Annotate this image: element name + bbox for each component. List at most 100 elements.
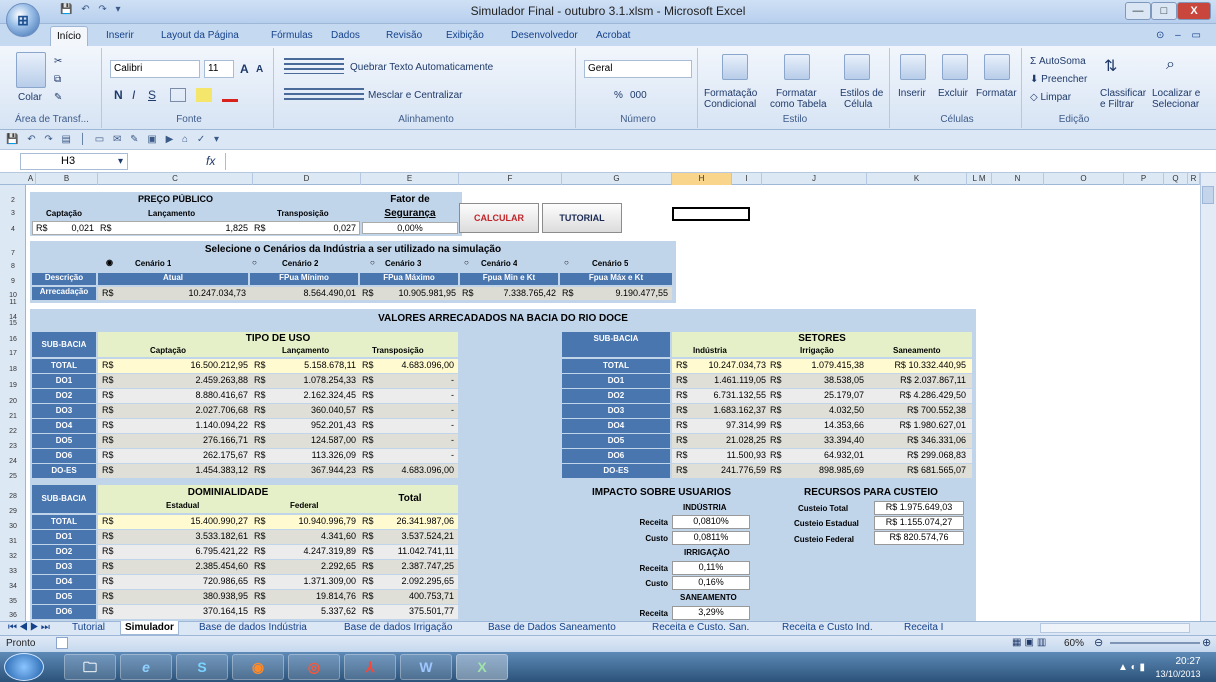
selected-cell-h3[interactable] (672, 207, 750, 221)
zoom-in-icon[interactable]: ⊕ (1202, 636, 1211, 649)
paste-label[interactable]: Colar (18, 92, 42, 103)
col-header[interactable]: G (562, 173, 672, 185)
font-size-select[interactable]: 11 (204, 60, 234, 78)
cell-styles-label2[interactable]: Célula (844, 99, 872, 110)
excel-icon[interactable]: X (456, 654, 508, 680)
format-cells-label[interactable]: Formatar (976, 88, 1017, 99)
tab-layout[interactable]: Layout da Página (155, 26, 245, 46)
insert-cells-icon[interactable] (900, 54, 926, 80)
row-header[interactable]: 36 (0, 612, 26, 619)
row-header[interactable]: 20 (0, 398, 26, 405)
vertical-scrollbar[interactable] (1200, 173, 1216, 621)
radio-5-icon[interactable]: ○ (564, 258, 569, 267)
delete-cells-label[interactable]: Excluir (938, 88, 968, 99)
formula-input[interactable] (225, 153, 1195, 170)
maximize-button[interactable]: □ (1151, 2, 1177, 20)
borders-icon[interactable] (170, 88, 186, 102)
thousands-button[interactable]: 000 (630, 90, 647, 101)
sort-filter-icon[interactable]: ⇅ (1104, 56, 1117, 76)
row-header[interactable]: 35 (0, 598, 26, 605)
tutorial-button[interactable]: TUTORIAL (542, 203, 622, 233)
radio-2-icon[interactable]: ○ (252, 258, 257, 267)
horizontal-scrollbar[interactable] (1040, 623, 1190, 633)
help-controls[interactable]: ⊙ – ▭ X (1150, 26, 1216, 61)
align-top-icons[interactable] (284, 58, 344, 74)
explorer-icon[interactable]: 🗀 (64, 654, 116, 680)
col-header[interactable]: N (992, 173, 1044, 185)
tab-formulas[interactable]: Fórmulas (265, 26, 319, 46)
col-header[interactable]: A (26, 173, 36, 185)
clock-time[interactable]: 20:27 (1168, 656, 1208, 667)
office-button[interactable]: ⊞ (6, 3, 40, 37)
col-header[interactable]: I (732, 173, 762, 185)
sheet-tab[interactable]: Base de Dados Saneamento (484, 621, 620, 635)
col-header[interactable]: K (867, 173, 967, 185)
sheet-tab[interactable]: Receita e Custo Ind. (778, 621, 877, 635)
calcular-button[interactable]: CALCULAR (459, 203, 539, 233)
format-painter-icon[interactable]: ✎ (54, 92, 62, 103)
row-header[interactable]: 25 (0, 473, 26, 480)
underline-button[interactable]: S (148, 88, 156, 102)
col-header[interactable]: P (1124, 173, 1164, 185)
tray-icons[interactable]: ▲ ◐ ▮ (1118, 662, 1145, 673)
find-select-label2[interactable]: Selecionar (1152, 99, 1199, 110)
sheet-tab[interactable]: Base de dados Indústria (195, 621, 311, 635)
tab-dados[interactable]: Dados (325, 26, 366, 46)
row-header[interactable]: 17 (0, 350, 26, 357)
sheet-tab-active[interactable]: Simulador (120, 621, 179, 635)
view-buttons-icons[interactable]: ▦▣▥ (1012, 637, 1049, 648)
sheet-nav-icons[interactable]: ⏮◀▶⏭ (4, 621, 56, 635)
row-header[interactable]: 22 (0, 428, 26, 435)
sort-filter-label2[interactable]: e Filtrar (1100, 99, 1134, 110)
align-horizontal-icons[interactable] (284, 88, 364, 102)
tab-inserir[interactable]: Inserir (100, 26, 140, 46)
format-table-icon[interactable] (784, 54, 810, 80)
row-header[interactable]: 33 (0, 568, 26, 575)
internet-explorer-icon[interactable]: e (120, 654, 172, 680)
number-format-select[interactable]: Geral (584, 60, 692, 78)
tra-value[interactable]: 0,027 (276, 223, 356, 233)
font-color-icon[interactable] (222, 88, 238, 102)
conditional-format-icon[interactable] (722, 54, 748, 80)
fx-icon[interactable]: fx (206, 154, 215, 168)
quick-access-toolbar[interactable]: 💾 ↶ ↷ ▾ (60, 4, 124, 20)
autosum-button[interactable]: Σ AutoSoma (1030, 56, 1086, 67)
col-header[interactable]: D (253, 173, 361, 185)
col-header[interactable]: C (98, 173, 253, 185)
radio-4-icon[interactable]: ○ (464, 258, 469, 267)
row-header[interactable]: 10 (0, 292, 26, 299)
lan-value[interactable]: 1,825 (120, 223, 248, 233)
col-header[interactable]: J (762, 173, 867, 185)
col-header[interactable]: F (459, 173, 562, 185)
col-header[interactable]: E (361, 173, 459, 185)
radio-1-icon[interactable]: ◉ (106, 258, 113, 267)
cell-styles-label[interactable]: Estilos de (840, 88, 883, 99)
merge-center-button[interactable]: Mesclar e Centralizar (368, 90, 462, 101)
fator-value[interactable]: 0,00% (362, 222, 458, 234)
name-box-dropdown-icon[interactable]: ▾ (118, 156, 123, 167)
quick-access-toolbar-2[interactable]: 💾 ↶ ↷ ▤ │ ▭ ✉ ✎ ▣ ▶ ⌂ ✓ ▾ (0, 130, 1216, 150)
paste-icon[interactable] (16, 52, 46, 88)
fill-button[interactable]: ⬇ Preencher (1030, 74, 1087, 85)
sheet-tab[interactable]: Base de dados Irrigação (340, 621, 456, 635)
row-header[interactable]: 32 (0, 553, 26, 560)
row-header[interactable]: 24 (0, 458, 26, 465)
tab-inicio[interactable]: Início (50, 26, 88, 46)
radio-3-icon[interactable]: ○ (370, 258, 375, 267)
acrobat-icon[interactable]: ⅄ (344, 654, 396, 680)
zoom-out-icon[interactable]: ⊖ (1094, 636, 1103, 649)
row-header[interactable]: 18 (0, 366, 26, 373)
cut-icon[interactable]: ✂ (54, 56, 62, 67)
font-family-select[interactable]: Calibri (110, 60, 200, 78)
grow-font-button[interactable]: A (240, 62, 249, 76)
skype-icon[interactable]: S (176, 654, 228, 680)
row-header[interactable]: 29 (0, 508, 26, 515)
row-header[interactable]: 23 (0, 443, 26, 450)
row-header[interactable]: 7 (0, 250, 26, 257)
row-header[interactable]: 19 (0, 382, 26, 389)
clock-date[interactable]: 13/10/2013 (1146, 669, 1210, 679)
wrap-text-button[interactable]: Quebrar Texto Automaticamente (350, 62, 493, 73)
scroll-thumb[interactable] (1202, 186, 1214, 204)
zoom-level[interactable]: 60% (1064, 638, 1084, 649)
row-header[interactable]: 31 (0, 538, 26, 545)
